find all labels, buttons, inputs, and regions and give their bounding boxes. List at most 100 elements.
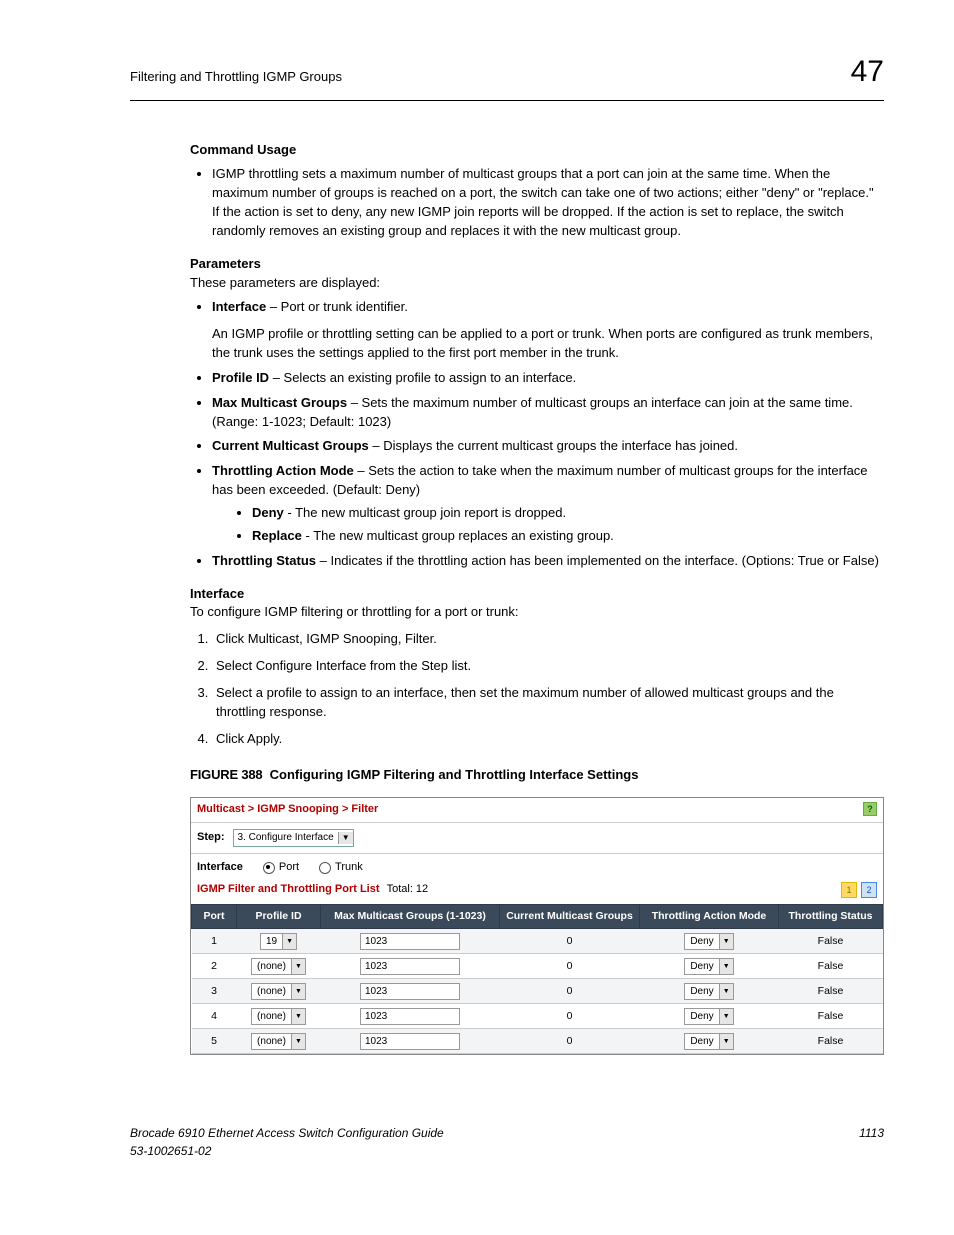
pager-page-2[interactable]: 2	[861, 882, 877, 898]
footer-guide-title: Brocade 6910 Ethernet Access Switch Conf…	[130, 1125, 444, 1142]
port-list-total: Total: 12	[387, 883, 429, 895]
throttling-mode-select[interactable]: Deny▼	[684, 1033, 733, 1050]
chevron-down-icon: ▼	[719, 934, 733, 949]
cell-current: 0	[500, 1004, 640, 1029]
figure-label: FIGURE 388	[190, 767, 262, 782]
max-multicast-input[interactable]: 1023	[360, 983, 460, 1000]
profile-id-select[interactable]: 19▼	[260, 933, 297, 950]
cell-mode: Deny▼	[640, 979, 779, 1004]
cell-max: 1023	[321, 979, 500, 1004]
param-deny: Deny - The new multicast group join repo…	[252, 504, 884, 523]
table-row: 2 (none)▼ 1023 0 Deny▼ False	[192, 954, 883, 979]
cell-max: 1023	[321, 1029, 500, 1054]
cell-mode: Deny▼	[640, 929, 779, 954]
desc-current-multicast: – Displays the current multicast groups …	[369, 438, 738, 453]
radio-trunk[interactable]: Trunk	[319, 860, 363, 876]
cell-port: 5	[192, 1029, 237, 1054]
table-row: 3(none)▼10230Deny▼False	[192, 979, 883, 1004]
throttling-mode-select[interactable]: Deny▼	[684, 958, 733, 975]
profile-id-select[interactable]: (none)▼	[251, 1033, 306, 1050]
radio-dot-icon	[263, 862, 275, 874]
cell-current: 0	[500, 1029, 640, 1054]
throttling-mode-select[interactable]: Deny▼	[684, 983, 733, 1000]
param-interface: Interface – Port or trunk identifier. An…	[212, 298, 884, 363]
profile-id-select[interactable]: (none)▼	[251, 983, 306, 1000]
term-interface: Interface	[212, 299, 266, 314]
term-replace: Replace	[252, 528, 302, 543]
max-multicast-input[interactable]: 1023	[360, 958, 460, 975]
col-port: Port	[192, 905, 237, 929]
pager: 1 2	[841, 882, 877, 898]
throttling-mode-select[interactable]: Deny▼	[684, 933, 733, 950]
cell-profile-id: (none)▼	[237, 1004, 321, 1029]
chevron-down-icon: ▼	[719, 1034, 733, 1049]
throttling-mode-select[interactable]: Deny▼	[684, 1008, 733, 1025]
cell-status: False	[779, 954, 883, 979]
cell-status: False	[779, 1029, 883, 1054]
profile-id-select[interactable]: (none)▼	[251, 1008, 306, 1025]
header-rule	[130, 100, 884, 101]
max-multicast-input[interactable]: 1023	[360, 933, 460, 950]
cell-port: 1	[192, 929, 237, 954]
pager-page-1[interactable]: 1	[841, 882, 857, 898]
max-multicast-input[interactable]: 1023	[360, 1008, 460, 1025]
cell-profile-id: (none)▼	[237, 979, 321, 1004]
step-label: Step:	[197, 830, 225, 846]
chapter-number: 47	[851, 50, 884, 94]
desc-profile-id: – Selects an existing profile to assign …	[269, 370, 576, 385]
step-4: Click Apply.	[212, 730, 884, 749]
cell-max: 1023	[321, 1004, 500, 1029]
param-throttling-mode: Throttling Action Mode – Sets the action…	[212, 462, 884, 545]
figure-screenshot: Multicast > IGMP Snooping > Filter ? Ste…	[190, 797, 884, 1055]
port-list-table: Port Profile ID Max Multicast Groups (1-…	[191, 904, 883, 1054]
cell-status: False	[779, 979, 883, 1004]
term-current-multicast: Current Multicast Groups	[212, 438, 369, 453]
param-throttling-status: Throttling Status – Indicates if the thr…	[212, 552, 884, 571]
cell-current: 0	[500, 929, 640, 954]
col-profile-id: Profile ID	[237, 905, 321, 929]
col-throttling-status: Throttling Status	[779, 905, 883, 929]
footer-doc-number: 53-1002651-02	[130, 1143, 444, 1160]
desc-throttling-status: – Indicates if the throttling action has…	[316, 553, 879, 568]
step-select[interactable]: 3. Configure Interface ▼	[233, 829, 354, 847]
heading-parameters: Parameters	[190, 255, 884, 274]
cell-port: 3	[192, 979, 237, 1004]
term-profile-id: Profile ID	[212, 370, 269, 385]
cell-port: 4	[192, 1004, 237, 1029]
cell-profile-id: (none)▼	[237, 1029, 321, 1054]
col-max-multicast: Max Multicast Groups (1-1023)	[321, 905, 500, 929]
table-row: 119▼10230Deny▼False	[192, 929, 883, 954]
table-row: 5 (none)▼ 1023 0 Deny▼ False	[192, 1029, 883, 1054]
chevron-down-icon: ▼	[719, 959, 733, 974]
cmd-usage-bullet: IGMP throttling sets a maximum number of…	[212, 165, 884, 240]
profile-id-select[interactable]: (none)▼	[251, 958, 306, 975]
chevron-down-icon: ▼	[282, 934, 296, 949]
chevron-down-icon: ▼	[291, 1009, 305, 1024]
step-select-value: 3. Configure Interface	[234, 831, 338, 846]
param-replace: Replace - The new multicast group replac…	[252, 527, 884, 546]
cell-profile-id: (none)▼	[237, 954, 321, 979]
cell-mode: Deny▼	[640, 1029, 779, 1054]
cell-current: 0	[500, 954, 640, 979]
chevron-down-icon: ▼	[719, 984, 733, 999]
chevron-down-icon: ▼	[291, 959, 305, 974]
parameters-intro: These parameters are displayed:	[190, 274, 884, 293]
chevron-down-icon: ▼	[719, 1009, 733, 1024]
radio-port[interactable]: Port	[263, 860, 299, 876]
chevron-down-icon: ▼	[338, 832, 353, 844]
cell-profile-id: 19▼	[237, 929, 321, 954]
param-current-multicast: Current Multicast Groups – Displays the …	[212, 437, 884, 456]
radio-trunk-label: Trunk	[335, 860, 363, 876]
interface-intro: To configure IGMP filtering or throttlin…	[190, 603, 884, 622]
chevron-down-icon: ▼	[291, 984, 305, 999]
desc-interface: – Port or trunk identifier.	[266, 299, 408, 314]
footer-page-number: 1113	[859, 1125, 884, 1160]
desc-replace: - The new multicast group replaces an ex…	[302, 528, 614, 543]
desc-deny: - The new multicast group join report is…	[284, 505, 566, 520]
heading-interface: Interface	[190, 585, 884, 604]
cell-mode: Deny▼	[640, 954, 779, 979]
cell-port: 2	[192, 954, 237, 979]
help-icon[interactable]: ?	[863, 802, 877, 816]
figure-title: Configuring IGMP Filtering and Throttlin…	[270, 767, 639, 782]
max-multicast-input[interactable]: 1023	[360, 1033, 460, 1050]
